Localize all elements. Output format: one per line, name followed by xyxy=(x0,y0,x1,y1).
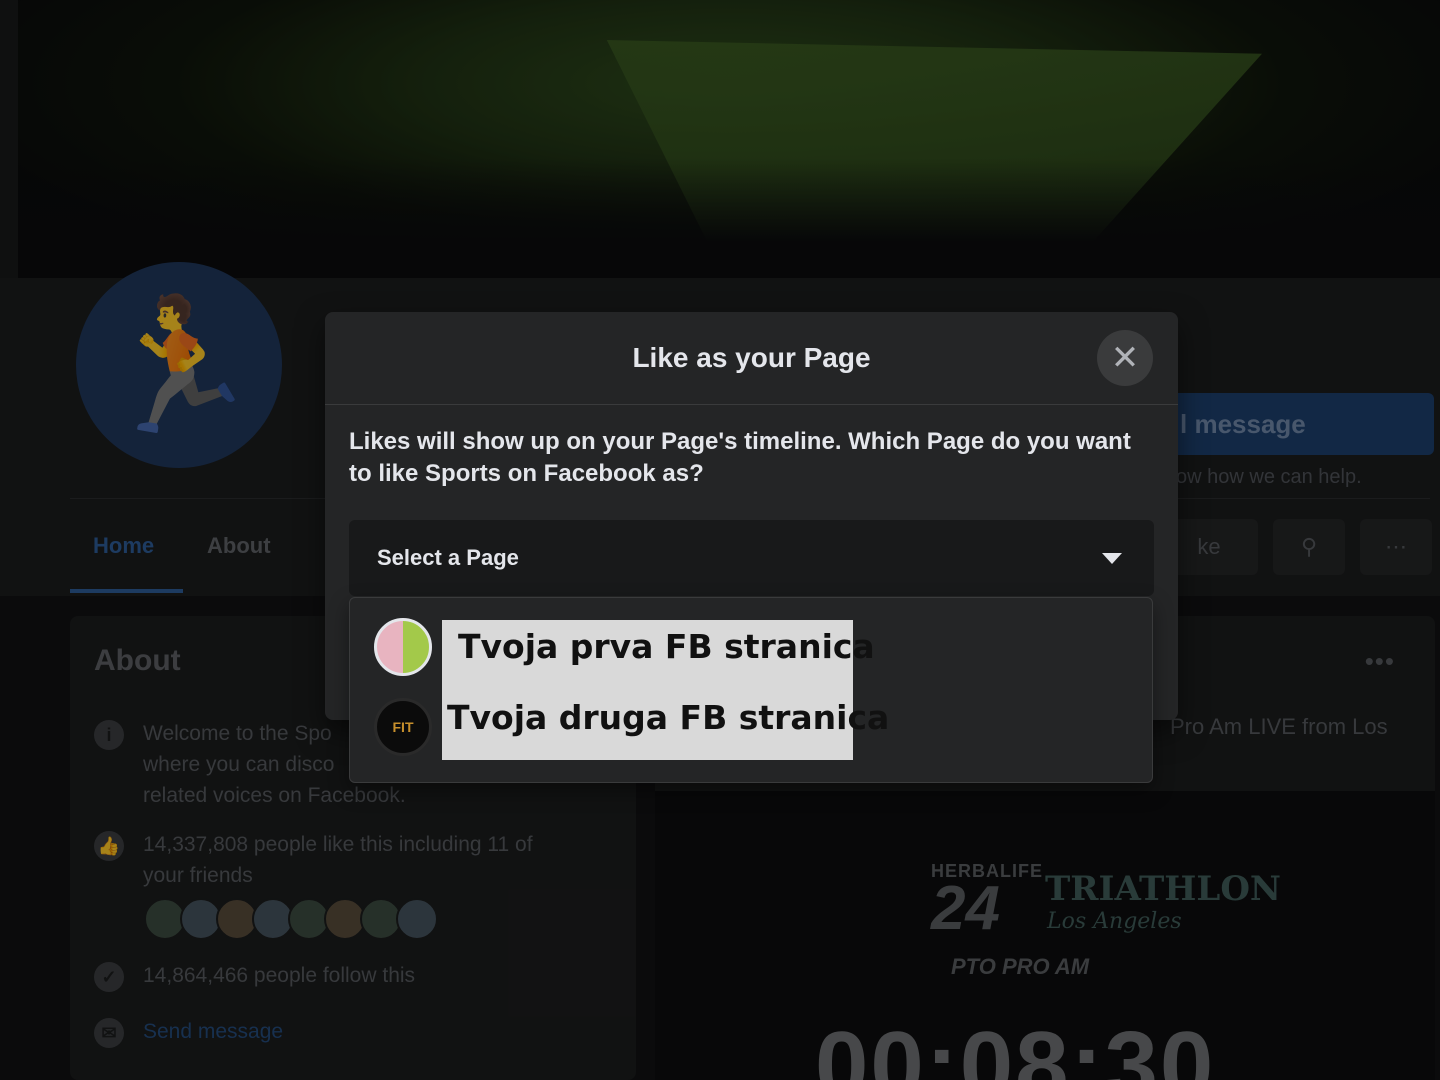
page-option-label: Tvoja prva FB stranica xyxy=(458,627,875,666)
page-option[interactable]: Tvoja prva FB stranica xyxy=(350,612,1152,682)
close-icon[interactable]: ✕ xyxy=(1097,330,1153,386)
page-option[interactable]: FIT Tvoja druga FB stranica xyxy=(350,692,1152,762)
dialog-title: Like as your Page xyxy=(632,342,871,373)
page-options-list: Tvoja prva FB stranica FIT Tvoja druga F… xyxy=(349,597,1153,783)
page-option-label: Tvoja druga FB stranica xyxy=(447,698,890,737)
caret-down-icon xyxy=(1102,553,1122,564)
dialog-divider xyxy=(325,404,1178,405)
page-select-dropdown[interactable]: Select a Page xyxy=(349,520,1154,596)
dialog-description: Likes will show up on your Page's timeli… xyxy=(349,428,1131,487)
page-avatar-brain-icon xyxy=(374,618,432,676)
select-placeholder: Select a Page xyxy=(377,545,519,570)
page-avatar-fit-logo-icon: FIT xyxy=(374,698,432,756)
